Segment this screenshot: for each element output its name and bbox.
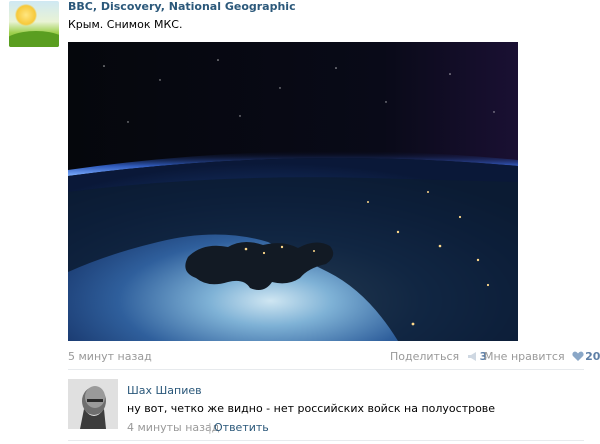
post-photo[interactable] bbox=[68, 42, 518, 341]
comment-timestamp[interactable]: 4 минуты назад bbox=[127, 421, 219, 434]
like-count: 20 bbox=[585, 350, 600, 363]
avatar-hill-graphic bbox=[9, 31, 59, 47]
comment-author-link[interactable]: Шах Шапиев bbox=[127, 384, 202, 397]
post-text: Крым. Снимок МКС. bbox=[68, 18, 183, 31]
post-timestamp[interactable]: 5 минут назад bbox=[68, 350, 152, 363]
post-divider bbox=[68, 369, 584, 370]
commenter-photo bbox=[68, 379, 118, 429]
like-button[interactable]: Мне нравится 20 bbox=[484, 350, 600, 363]
group-avatar[interactable] bbox=[9, 1, 59, 47]
earth-from-iss-image bbox=[68, 42, 518, 341]
comment-divider bbox=[68, 440, 584, 441]
heart-icon bbox=[572, 351, 584, 361]
share-label: Поделиться bbox=[390, 350, 460, 363]
share-button[interactable]: Поделиться 3 bbox=[390, 350, 487, 363]
avatar-sun-graphic bbox=[15, 4, 37, 26]
comment-text: ну вот, четко же видно - нет российских … bbox=[127, 402, 496, 415]
comment-separator: | bbox=[208, 421, 212, 434]
megaphone-icon bbox=[467, 352, 476, 361]
like-label: Мне нравится bbox=[484, 350, 565, 363]
commenter-avatar[interactable] bbox=[68, 379, 118, 429]
group-name-link[interactable]: BBC, Discovery, National Geographic bbox=[68, 0, 296, 13]
reply-link[interactable]: Ответить bbox=[214, 421, 269, 434]
